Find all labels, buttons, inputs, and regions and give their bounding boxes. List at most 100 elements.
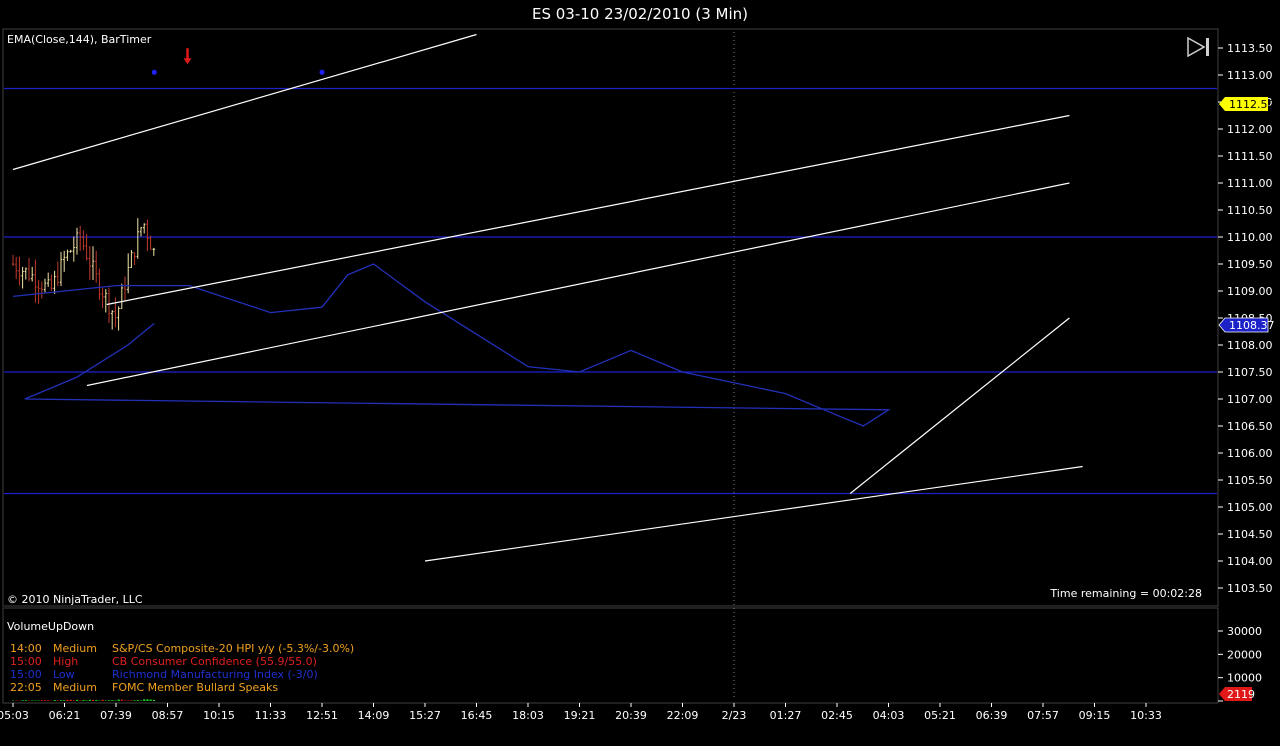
volume-bar xyxy=(108,700,111,701)
x-tick-label: 16:45 xyxy=(461,709,493,722)
event-impact: High xyxy=(53,655,78,668)
y-tick-label: 1111.50 xyxy=(1227,150,1273,163)
price-bar xyxy=(101,287,104,309)
signal-dot-marker xyxy=(319,69,325,75)
price-bar xyxy=(15,257,18,279)
y-tick-label: 1105.50 xyxy=(1227,474,1273,487)
price-bar xyxy=(104,289,107,313)
price-bar xyxy=(18,256,21,286)
volume-bar xyxy=(24,700,27,701)
price-bar xyxy=(88,245,91,280)
volume-bar xyxy=(130,700,133,701)
x-tick-label: 15:27 xyxy=(409,709,441,722)
y-tick-label: 1107.50 xyxy=(1227,366,1273,379)
y-tick-label: 1105.00 xyxy=(1227,501,1273,514)
x-tick-label: 14:09 xyxy=(358,709,390,722)
price-bar xyxy=(127,253,130,294)
y-tick-label: 1112.00 xyxy=(1227,123,1273,136)
price-bar xyxy=(50,274,53,291)
x-tick-label: 07:57 xyxy=(1027,709,1059,722)
price-bar xyxy=(72,236,75,262)
price-bar xyxy=(91,246,95,281)
volume-bar xyxy=(79,700,82,701)
x-tick-label: 22:09 xyxy=(667,709,699,722)
volume-bar xyxy=(101,699,104,701)
y-tick-label: 1108.00 xyxy=(1227,339,1273,352)
price-bar xyxy=(63,250,66,272)
volume-bar xyxy=(47,700,50,701)
x-tick-label: 01:27 xyxy=(770,709,802,722)
event-time: 15:00 xyxy=(10,655,42,668)
event-time: 15:00 xyxy=(10,668,42,681)
ema-line xyxy=(12,263,891,427)
y-tick-label: 1109.00 xyxy=(1227,285,1273,298)
volume-bar xyxy=(60,700,63,701)
y-tick-label: 1104.50 xyxy=(1227,528,1273,541)
volume-last-text: 2119 xyxy=(1227,688,1255,701)
price-bar xyxy=(37,279,40,304)
volume-bar xyxy=(120,699,123,701)
vol-tick-label: 20000 xyxy=(1227,648,1262,661)
volume-bar xyxy=(127,700,130,701)
event-impact: Low xyxy=(53,668,75,681)
trendline[interactable] xyxy=(12,33,477,171)
price-bar xyxy=(43,278,47,293)
volume-bar xyxy=(85,700,88,701)
price-bar xyxy=(107,287,111,323)
y-tick-label: 1113.50 xyxy=(1227,42,1273,55)
volume-bar xyxy=(66,699,69,701)
x-tick-label: 2/23 xyxy=(722,709,747,722)
chart-canvas[interactable]: 1103.50 1104.00 1104.50 1105.00 1105.50 1106.… xyxy=(0,0,1280,746)
play-next-icon[interactable] xyxy=(1187,36,1209,58)
event-text: S&P/CS Composite-20 HPI y/y (-5.3%/-3.0%… xyxy=(112,642,354,655)
x-tick-label: 09:15 xyxy=(1079,709,1111,722)
y-tick-label: 1103.50 xyxy=(1227,582,1273,595)
x-tick-label: 07:39 xyxy=(100,709,132,722)
price-bar xyxy=(27,257,31,282)
volume-bar xyxy=(63,700,66,701)
trendline[interactable] xyxy=(106,114,1070,306)
x-tick-label: 05:03 xyxy=(0,709,29,722)
price-bar xyxy=(149,235,152,250)
price-bar xyxy=(123,276,127,301)
price-bar xyxy=(31,266,34,282)
price-bar xyxy=(66,249,69,261)
x-tick-label: 06:39 xyxy=(976,709,1008,722)
x-tick-label: 18:03 xyxy=(512,709,544,722)
price-bar xyxy=(95,250,98,283)
price-bar xyxy=(79,225,82,251)
event-text: FOMC Member Bullard Speaks xyxy=(112,681,278,694)
event-time: 14:00 xyxy=(10,642,42,655)
price-bar xyxy=(11,254,15,267)
x-tick-label: 05:21 xyxy=(924,709,956,722)
price-bar xyxy=(146,219,149,252)
x-tick-label: 02:45 xyxy=(821,709,853,722)
price-bar xyxy=(47,272,50,287)
price-bar xyxy=(69,249,72,253)
price-bar xyxy=(133,252,136,266)
vol-tick-label: 10000 xyxy=(1227,672,1262,685)
last-price-badge: 1112.50 xyxy=(1219,97,1275,111)
x-tick-label: 06:21 xyxy=(49,709,81,722)
volume-panel-label: VolumeUpDown xyxy=(7,620,94,633)
ema-value-badge: 1108.37 xyxy=(1218,317,1275,333)
y-tick-label: 1106.50 xyxy=(1227,420,1273,433)
price-bar xyxy=(139,226,143,237)
last-price-text: 1112.50 xyxy=(1229,98,1275,111)
volume-bar xyxy=(31,700,34,701)
volume-bar xyxy=(56,700,59,701)
volume-bar xyxy=(76,699,79,701)
event-text: CB Consumer Confidence (55.9/55.0) xyxy=(112,655,317,668)
price-bar xyxy=(21,266,24,289)
y-tick-label: 1107.00 xyxy=(1227,393,1273,406)
x-tick-label: 19:21 xyxy=(564,709,596,722)
volume-bar xyxy=(143,699,146,701)
price-bar xyxy=(59,251,63,287)
volume-bar xyxy=(72,700,75,701)
volume-bar xyxy=(152,699,155,701)
trendline[interactable] xyxy=(849,317,1070,494)
trendline[interactable] xyxy=(424,465,1083,562)
trendline[interactable] xyxy=(86,182,1070,387)
time-remaining-label: Time remaining = 00:02:28 xyxy=(1049,587,1202,600)
x-tick-label: 10:33 xyxy=(1130,709,1162,722)
